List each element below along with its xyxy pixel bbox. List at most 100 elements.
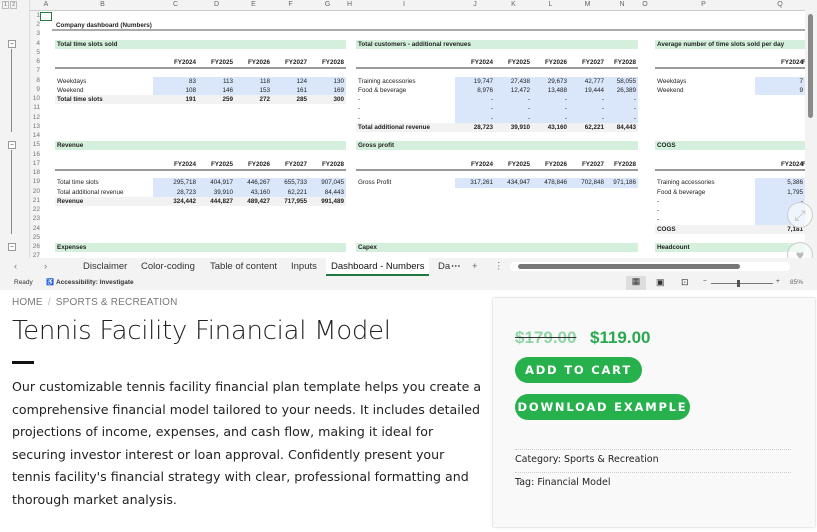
tab-dashboard-partial[interactable]: Da [438,261,450,272]
column-header-M[interactable]: M [569,1,606,8]
value-cell[interactable]: - [569,114,606,123]
column-header-P[interactable]: P [652,1,755,8]
value-cell[interactable]: - [606,114,638,123]
tab-options-icon[interactable]: ⋮ [494,261,504,272]
value-cell[interactable]: 26,389 [606,86,638,95]
tab-disclaimer[interactable]: Disclaimer [83,261,127,272]
value-cell[interactable]: 295,718 [153,178,198,187]
row-header[interactable]: 8 [30,77,40,84]
total-value[interactable]: 444,827 [198,197,235,206]
page-break-icon[interactable]: ⊡ [681,277,689,288]
more-tabs-icon[interactable]: ⋯ [451,261,461,272]
add-sheet-icon[interactable]: + [472,261,478,272]
row-header[interactable]: 13 [30,123,40,130]
selected-cell-A1[interactable] [40,12,52,21]
zoom-out-icon[interactable]: − [703,278,707,285]
row-header[interactable]: 6 [30,58,40,65]
breadcrumb-home[interactable]: HOME [12,297,43,308]
column-header-G[interactable]: G [309,1,346,8]
value-cell[interactable]: 907,045 [309,178,346,187]
row-header[interactable]: 1 [30,12,40,19]
value-cell[interactable]: 108 [153,86,198,95]
value-cell[interactable]: 9 [755,86,805,95]
value-cell[interactable]: 7 [755,77,805,86]
tag-link[interactable]: Financial Model [537,477,610,488]
tab-table-of-content[interactable]: Table of content [210,261,277,272]
tab-dashboard-numbers[interactable]: Dashboard - Numbers [326,258,430,276]
value-cell[interactable]: 12,472 [495,86,532,95]
value-cell[interactable]: 39,910 [198,188,235,197]
value-cell[interactable]: - [532,114,569,123]
value-cell[interactable]: 146 [198,86,235,95]
horizontal-scroll-thumb[interactable] [518,264,740,269]
row-header[interactable]: 19 [30,178,40,185]
value-cell[interactable]: 169 [309,86,346,95]
value-cell[interactable]: - [495,104,532,113]
normal-view-icon[interactable]: ▦ [626,276,646,290]
total-value[interactable]: 84,443 [606,123,638,132]
value-cell[interactable]: 1,795 [755,188,805,197]
tab-color-coding[interactable]: Color-coding [141,261,195,272]
value-cell[interactable]: 124 [272,77,309,86]
next-sheet-arrow-icon[interactable]: › [44,261,47,272]
value-cell[interactable]: 130 [309,77,346,86]
column-header-E[interactable]: E [235,1,272,8]
row-header[interactable]: 24 [30,225,40,232]
column-header-F[interactable]: F [272,1,309,8]
row-header[interactable]: 7 [30,67,40,74]
value-cell[interactable]: 971,186 [606,178,638,187]
value-cell[interactable]: 161 [272,86,309,95]
prev-sheet-arrow-icon[interactable]: ‹ [14,261,17,272]
total-value[interactable]: 324,442 [153,197,198,206]
collapse-group-button[interactable]: − [8,39,16,48]
total-value[interactable]: 285 [272,95,309,104]
row-header[interactable]: 26 [30,243,40,250]
value-cell[interactable]: - [455,114,495,123]
collapse-group-button[interactable]: − [8,141,16,150]
total-value[interactable]: 272 [235,95,272,104]
value-cell[interactable]: 27,438 [495,77,532,86]
column-header-D[interactable]: D [198,1,235,8]
value-cell[interactable]: 5,386 [755,178,805,187]
collapse-group-button[interactable]: − [8,243,16,251]
zoom-slider-thumb[interactable] [737,280,740,287]
value-cell[interactable]: 702,848 [569,178,606,187]
value-cell[interactable]: - [495,114,532,123]
row-header[interactable]: 12 [30,114,40,121]
value-cell[interactable]: 655,733 [272,178,309,187]
row-header[interactable]: 15 [30,141,40,148]
column-header-K[interactable]: K [495,1,532,8]
row-header[interactable]: 5 [30,49,40,56]
value-cell[interactable]: - [532,95,569,104]
value-cell[interactable]: 13,488 [532,86,569,95]
value-cell[interactable]: 19,444 [569,86,606,95]
row-header[interactable]: 21 [30,197,40,204]
value-cell[interactable]: 446,267 [235,178,272,187]
value-cell[interactable]: 84,443 [309,188,346,197]
column-header-N[interactable]: N [606,1,638,8]
value-cell[interactable]: 28,723 [153,188,198,197]
row-header[interactable]: 11 [30,104,40,111]
value-cell[interactable]: - [606,104,638,113]
value-cell[interactable]: 478,846 [532,178,569,187]
row-header[interactable]: 10 [30,95,40,102]
page-layout-icon[interactable]: ▣ [656,277,665,288]
value-cell[interactable]: 58,055 [606,77,638,86]
zoom-in-icon[interactable]: + [776,278,780,285]
column-header-L[interactable]: L [532,1,569,8]
row-header[interactable]: 23 [30,215,40,222]
row-header[interactable]: 17 [30,160,40,167]
row-header[interactable]: 22 [30,206,40,213]
column-header-I[interactable]: I [353,1,455,8]
horizontal-scrollbar[interactable] [510,262,790,271]
total-value[interactable]: 489,427 [235,197,272,206]
vertical-scroll-thumb[interactable] [808,14,813,118]
value-cell[interactable]: 62,221 [272,188,309,197]
row-header[interactable]: 9 [30,86,40,93]
value-cell[interactable]: 19,747 [455,77,495,86]
value-cell[interactable]: 42,777 [569,77,606,86]
value-cell[interactable]: 83 [153,77,198,86]
download-example-button[interactable]: DOWNLOAD EXAMPLE [515,394,690,420]
value-cell[interactable]: - [569,95,606,104]
total-value[interactable]: 717,955 [272,197,309,206]
